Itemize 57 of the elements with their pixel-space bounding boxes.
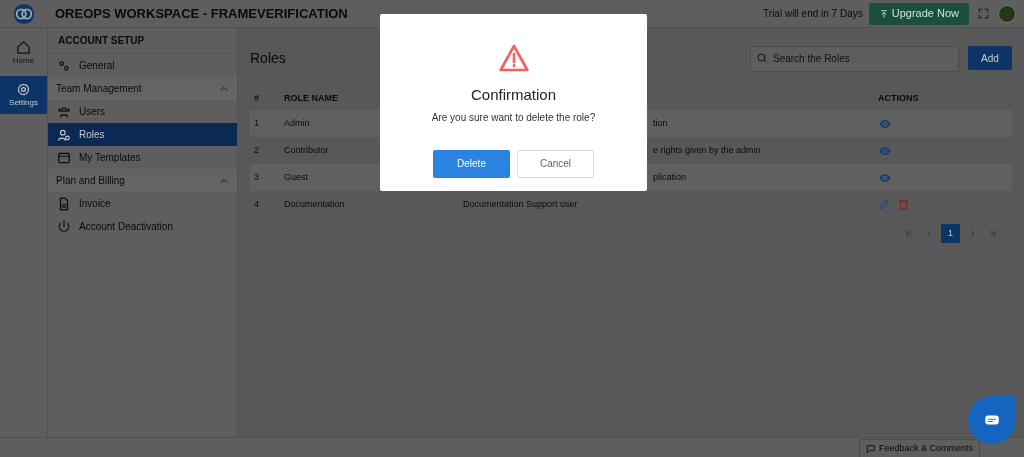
group-header[interactable]: Team Management	[48, 77, 237, 100]
search-field[interactable]: Search the Roles	[750, 45, 959, 72]
table-cell: Contributor	[284, 144, 329, 155]
cancel-button[interactable]: Cancel	[517, 149, 594, 178]
users-icon	[57, 104, 71, 119]
sidebar-item[interactable]: Account Deactivation	[48, 215, 237, 238]
page-button[interactable]: 1	[941, 224, 960, 243]
add-button[interactable]: Add	[968, 46, 1012, 70]
table-cell-text: tion	[653, 116, 668, 130]
dialog-title: Confirmation	[470, 85, 556, 105]
workspace-title: OREOPS WORKSPACE - FRAMEVERIFICATION	[55, 4, 348, 23]
sidebar-item[interactable]: General	[48, 54, 237, 77]
chat-button[interactable]	[968, 396, 1016, 444]
page-title: Roles	[250, 48, 286, 68]
delete-confirm-button[interactable]: Delete	[433, 149, 510, 178]
section-heading: ACCOUNT SETUP	[48, 28, 237, 54]
avatar[interactable]	[998, 4, 1016, 23]
comment-icon	[865, 443, 876, 454]
user-icon	[57, 127, 71, 142]
edit-button[interactable]	[878, 198, 891, 211]
settings-icon	[16, 81, 31, 97]
fullscreen-button[interactable]	[977, 7, 990, 20]
table-cell: 2	[254, 144, 259, 155]
table-cell-text: plication	[653, 170, 687, 184]
column-header: ACTIONS	[878, 92, 919, 106]
search-icon	[756, 52, 768, 64]
logo-icon	[12, 2, 35, 25]
sidebar-item[interactable]: Users	[48, 100, 237, 123]
gears-icon	[57, 58, 71, 73]
power-icon	[57, 219, 71, 234]
table-cell: 3	[254, 171, 259, 182]
group-header[interactable]: Plan and Billing	[48, 169, 237, 192]
table-cell: 4	[254, 198, 259, 209]
first-page-icon	[904, 229, 914, 238]
upgrade-icon	[878, 8, 889, 19]
delete-button[interactable]	[897, 198, 910, 211]
dialog-message: Are you sure want to delete the role?	[431, 110, 596, 125]
document-icon	[57, 196, 71, 211]
nav-item[interactable]: Home	[0, 34, 47, 72]
sidebar-item[interactable]: Invoice	[48, 192, 237, 215]
upgrade-button[interactable]: Upgrade Now	[868, 2, 969, 25]
table-cell-text: Documentation Support user	[463, 197, 578, 211]
column-header: ROLE NAME	[284, 93, 338, 104]
table-cell: 1	[254, 117, 259, 128]
window-icon	[57, 150, 71, 165]
feedback-button[interactable]: Feedback & Comments	[858, 439, 980, 457]
column-header: #	[254, 93, 259, 104]
table-cell: Guest	[284, 171, 308, 182]
nav-item[interactable]: Settings	[0, 76, 47, 114]
table-cell-text: e rights given by the admin	[653, 143, 761, 157]
sidebar-item[interactable]: Roles	[48, 123, 237, 146]
table-cell: Documentation	[284, 198, 345, 209]
home-icon	[16, 39, 31, 55]
table-cell: Admin	[284, 117, 310, 128]
trial-notice: Trial will end in 7 Days	[763, 7, 863, 21]
last-page-icon	[987, 229, 997, 238]
sidebar-item[interactable]: My Templates	[48, 146, 237, 169]
